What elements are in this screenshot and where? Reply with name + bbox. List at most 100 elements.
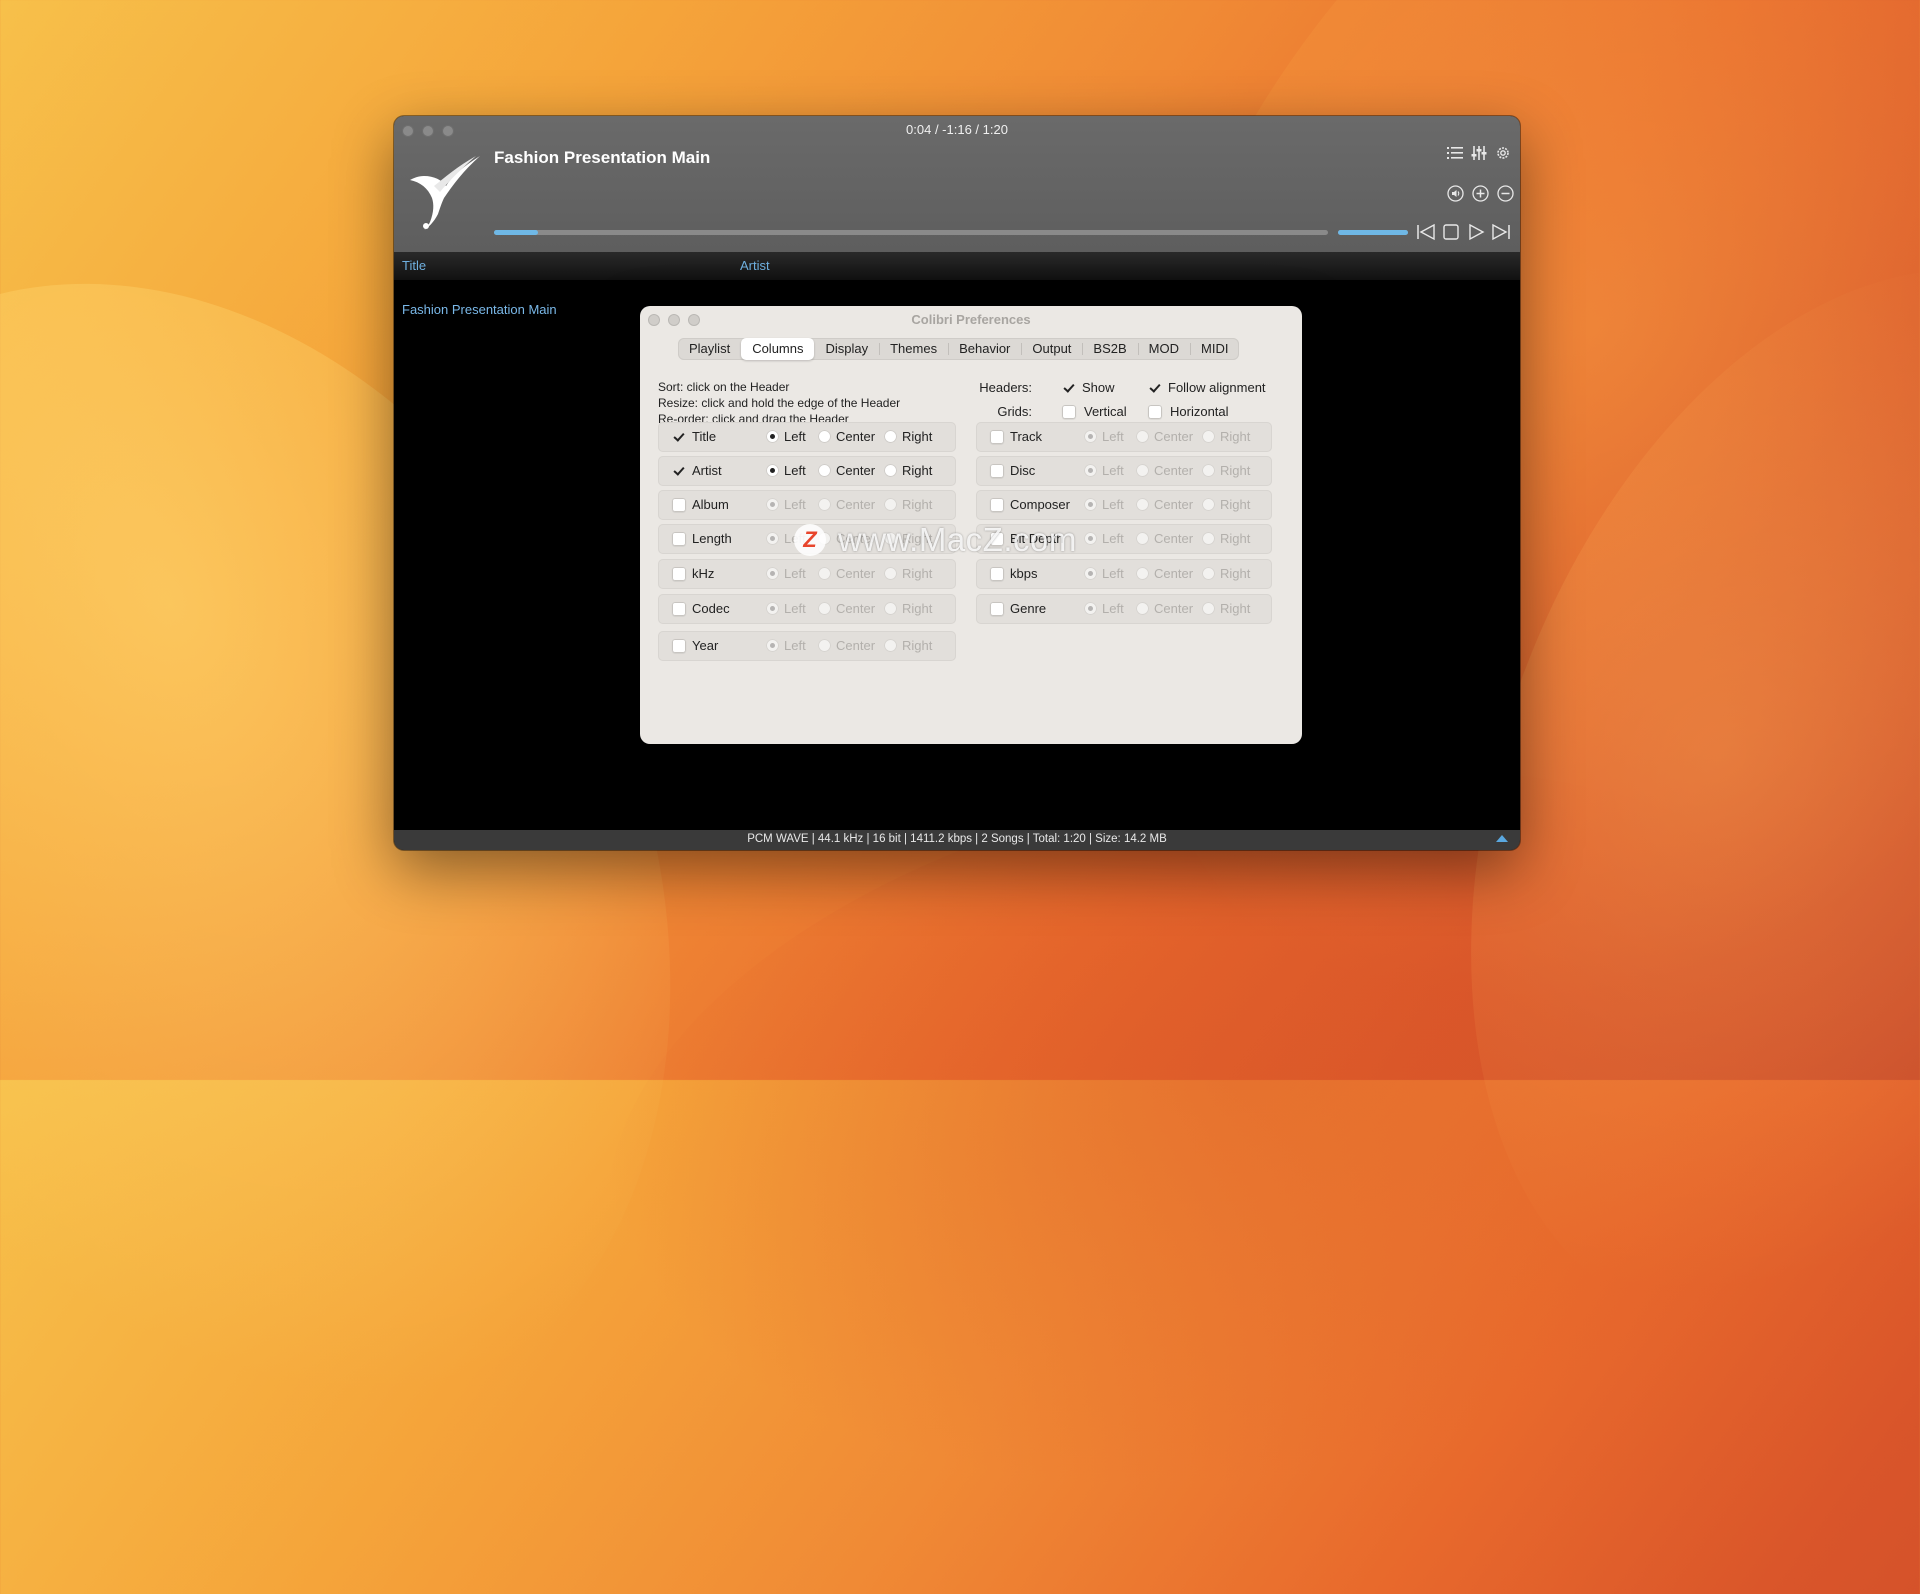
tab-display[interactable]: Display	[814, 338, 879, 360]
align-right-radio-year[interactable]	[884, 639, 897, 652]
volume-slider[interactable]	[1338, 230, 1408, 235]
align-left-radio-length[interactable]	[766, 532, 779, 545]
headers-show-option[interactable]: Show	[1062, 380, 1115, 395]
tab-themes[interactable]: Themes	[879, 338, 948, 360]
column-row-khz: kHz Left Center Right	[658, 559, 956, 589]
tab-columns[interactable]: Columns	[741, 338, 815, 360]
align-left-radio-album[interactable]	[766, 498, 779, 511]
align-center-radio-artist[interactable]	[818, 464, 831, 477]
tab-behavior[interactable]: Behavior	[948, 338, 1021, 360]
column-row-title: Title Left Center Right	[658, 422, 956, 452]
preferences-titlebar: Colibri Preferences	[640, 306, 1302, 332]
grid-vertical-checkbox[interactable]	[1062, 404, 1076, 419]
align-center-radio-bit-depth[interactable]	[1136, 532, 1149, 545]
grid-vertical-option[interactable]: Vertical	[1062, 404, 1127, 419]
tab-output[interactable]: Output	[1021, 338, 1082, 360]
tab-mod[interactable]: MOD	[1137, 338, 1190, 360]
align-right-radio-album[interactable]	[884, 498, 897, 511]
volume-down-icon[interactable]	[1496, 184, 1514, 202]
align-left-radio-track[interactable]	[1084, 430, 1097, 443]
column-row-year: Year Left Center Right	[658, 631, 956, 661]
progress-slider[interactable]	[494, 230, 1328, 235]
column-checkbox-khz[interactable]	[672, 567, 686, 581]
column-checkbox-track[interactable]	[990, 430, 1004, 444]
align-right-radio-codec[interactable]	[884, 602, 897, 615]
column-label-genre: Genre	[1010, 601, 1047, 616]
column-checkbox-disc[interactable]	[990, 464, 1004, 478]
align-center-label-artist: Center	[836, 463, 876, 478]
align-center-radio-disc[interactable]	[1136, 464, 1149, 477]
align-left-radio-composer[interactable]	[1084, 498, 1097, 511]
align-right-radio-title[interactable]	[884, 430, 897, 443]
next-icon[interactable]	[1490, 222, 1512, 242]
expand-arrow-icon[interactable]	[1496, 835, 1508, 842]
column-checkbox-album[interactable]	[672, 498, 686, 512]
align-center-radio-album[interactable]	[818, 498, 831, 511]
column-checkbox-year[interactable]	[672, 639, 686, 653]
align-left-radio-genre[interactable]	[1084, 602, 1097, 615]
align-center-radio-track[interactable]	[1136, 430, 1149, 443]
align-right-label-bit-depth: Right	[1220, 531, 1251, 546]
column-checkbox-artist[interactable]	[672, 464, 686, 478]
playlist-row[interactable]: Fashion Presentation Main	[402, 302, 557, 317]
follow-alignment-option[interactable]: Follow alignment	[1148, 380, 1266, 395]
align-left-label-khz: Left	[784, 566, 806, 581]
align-center-radio-codec[interactable]	[818, 602, 831, 615]
column-label-kbps: kbps	[1010, 566, 1038, 581]
align-center-label-kbps: Center	[1154, 566, 1194, 581]
align-right-label-title: Right	[902, 429, 933, 444]
column-header-artist[interactable]: Artist	[740, 258, 770, 273]
previous-icon[interactable]	[1416, 222, 1436, 242]
column-checkbox-composer[interactable]	[990, 498, 1004, 512]
align-center-radio-year[interactable]	[818, 639, 831, 652]
column-checkbox-genre[interactable]	[990, 602, 1004, 616]
mute-icon[interactable]	[1446, 184, 1464, 202]
column-checkbox-title[interactable]	[672, 430, 686, 444]
align-right-radio-composer[interactable]	[1202, 498, 1215, 511]
gear-icon[interactable]	[1494, 144, 1512, 162]
align-left-radio-kbps[interactable]	[1084, 567, 1097, 580]
time-display[interactable]: 0:04 / -1:16 / 1:20	[394, 122, 1520, 137]
column-checkbox-codec[interactable]	[672, 602, 686, 616]
stop-icon[interactable]	[1441, 222, 1461, 242]
align-center-radio-khz[interactable]	[818, 567, 831, 580]
column-checkbox-length[interactable]	[672, 532, 686, 546]
align-left-radio-disc[interactable]	[1084, 464, 1097, 477]
tab-playlist[interactable]: Playlist	[678, 338, 741, 360]
align-right-radio-track[interactable]	[1202, 430, 1215, 443]
align-center-radio-composer[interactable]	[1136, 498, 1149, 511]
align-right-radio-genre[interactable]	[1202, 602, 1215, 615]
column-checkbox-kbps[interactable]	[990, 567, 1004, 581]
grid-horizontal-checkbox[interactable]	[1148, 404, 1162, 419]
align-right-radio-khz[interactable]	[884, 567, 897, 580]
align-left-radio-bit-depth[interactable]	[1084, 532, 1097, 545]
align-right-label-genre: Right	[1220, 601, 1251, 616]
grid-horizontal-option[interactable]: Horizontal	[1148, 404, 1229, 419]
tab-bs2b[interactable]: BS2B	[1082, 338, 1137, 360]
tab-midi[interactable]: MIDI	[1190, 338, 1239, 360]
column-row-artist: Artist Left Center Right	[658, 456, 956, 486]
playlist-menu-icon[interactable]	[1446, 144, 1464, 162]
align-right-radio-kbps[interactable]	[1202, 567, 1215, 580]
align-right-radio-artist[interactable]	[884, 464, 897, 477]
align-left-radio-artist[interactable]	[766, 464, 779, 477]
align-right-radio-disc[interactable]	[1202, 464, 1215, 477]
align-center-radio-genre[interactable]	[1136, 602, 1149, 615]
align-center-radio-kbps[interactable]	[1136, 567, 1149, 580]
align-left-radio-codec[interactable]	[766, 602, 779, 615]
align-right-radio-bit-depth[interactable]	[1202, 532, 1215, 545]
align-left-radio-khz[interactable]	[766, 567, 779, 580]
column-header-title[interactable]: Title	[402, 258, 426, 273]
headers-show-checkbox[interactable]	[1062, 381, 1076, 395]
align-center-radio-title[interactable]	[818, 430, 831, 443]
align-center-label-track: Center	[1154, 429, 1194, 444]
follow-alignment-checkbox[interactable]	[1148, 381, 1162, 395]
volume-up-icon[interactable]	[1471, 184, 1489, 202]
player-header: 0:04 / -1:16 / 1:20 Fashion Presentation…	[394, 116, 1520, 252]
column-label-disc: Disc	[1010, 463, 1036, 478]
equalizer-icon[interactable]	[1470, 144, 1488, 162]
align-left-radio-year[interactable]	[766, 639, 779, 652]
align-left-radio-title[interactable]	[766, 430, 779, 443]
play-icon[interactable]	[1466, 222, 1486, 242]
align-center-label-genre: Center	[1154, 601, 1194, 616]
